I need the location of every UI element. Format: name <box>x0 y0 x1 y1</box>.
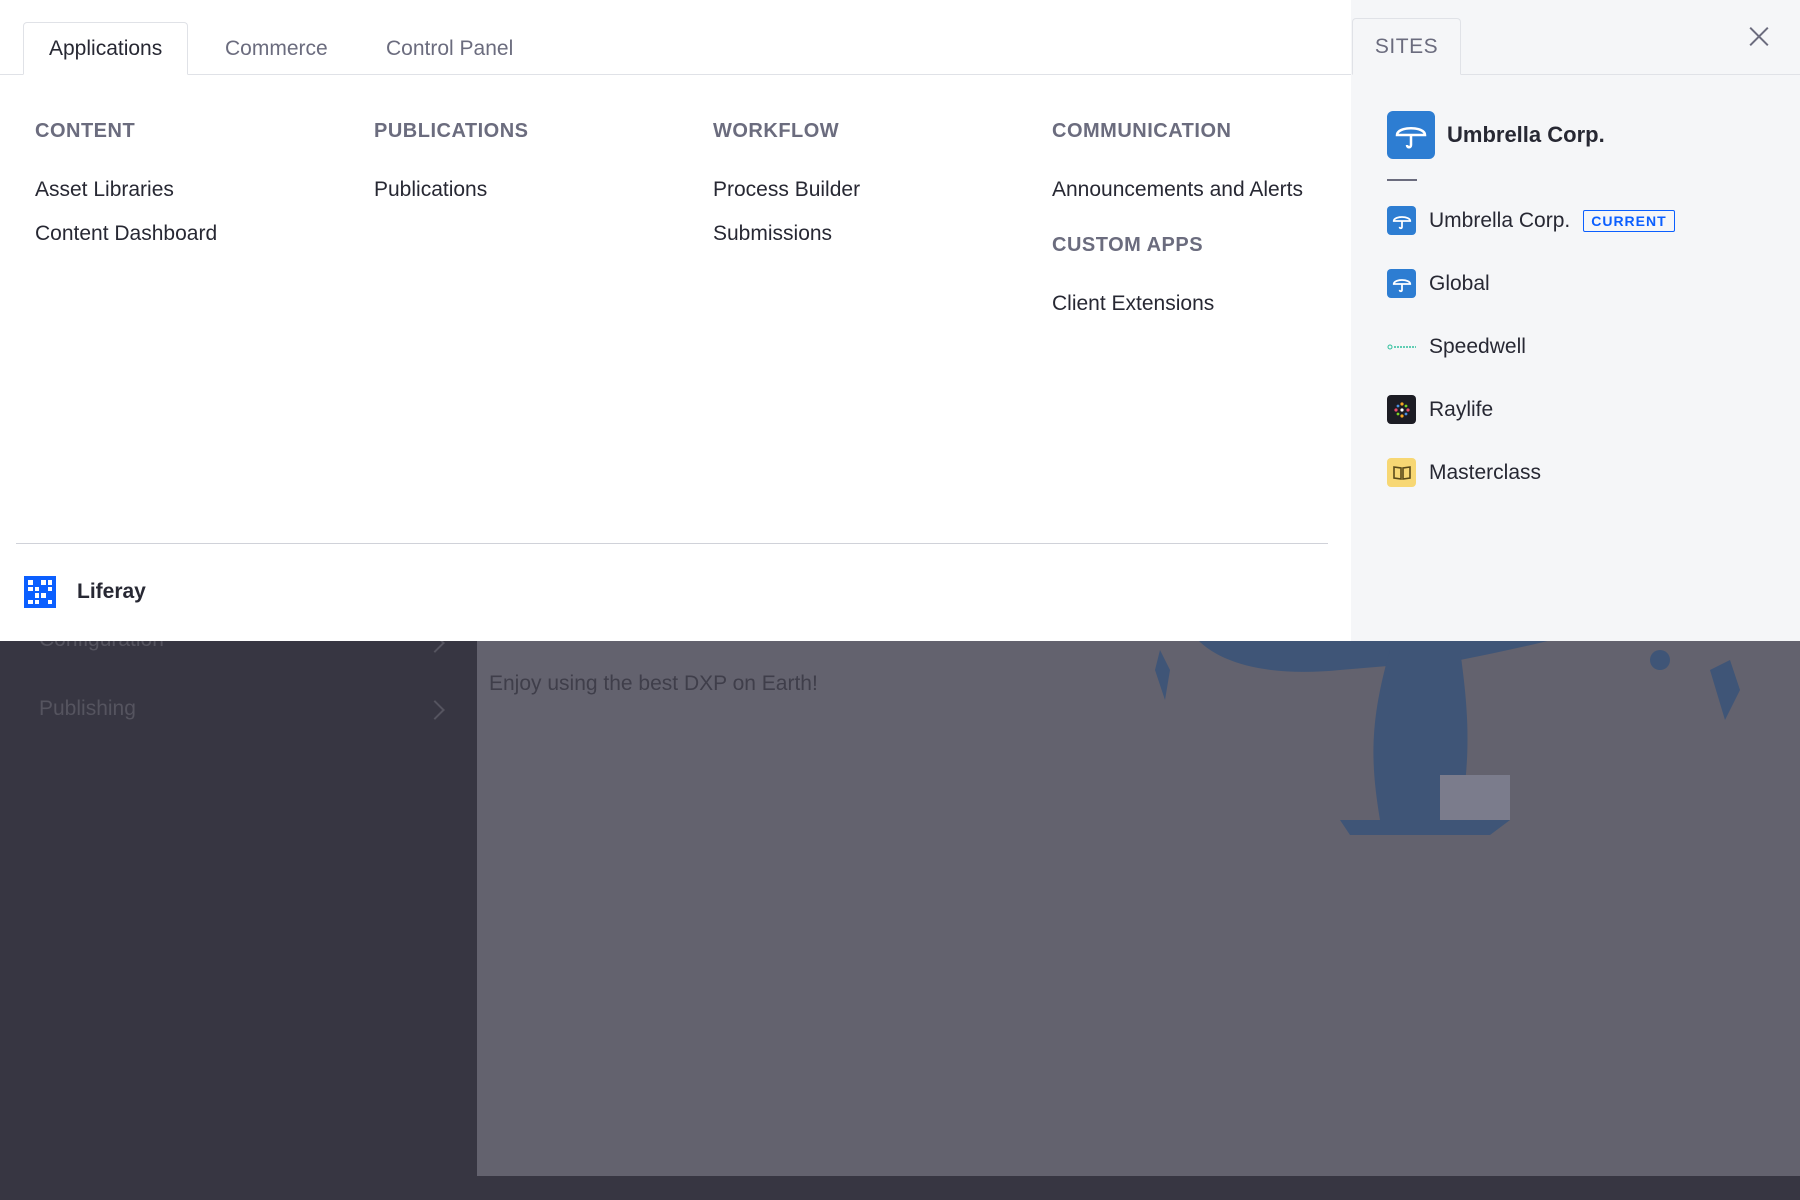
site-item-raylife[interactable]: Raylife <box>1387 395 1493 424</box>
current-badge: CURRENT <box>1583 209 1675 232</box>
menu-item-publications[interactable]: Publications <box>374 168 529 212</box>
site-label: Raylife <box>1429 397 1494 421</box>
welcome-tagline: Enjoy using the best DXP on Earth! <box>489 672 818 695</box>
content-heading: CONTENT <box>35 120 136 142</box>
site-label: Global <box>1429 271 1490 295</box>
communication-heading: COMMUNICATION <box>1052 120 1232 142</box>
publications-heading: PUBLICATIONS <box>374 120 529 142</box>
umbrella-icon <box>1387 111 1435 159</box>
umbrella-icon <box>1387 206 1416 235</box>
content-column: CONTENT Asset Libraries Content Dashboar… <box>35 120 217 256</box>
workflow-heading: WORKFLOW <box>713 120 840 142</box>
site-item-umbrella-corp[interactable]: Umbrella Corp. CURRENT <box>1387 206 1675 235</box>
publications-column: PUBLICATIONS Publications <box>374 120 529 212</box>
sites-tab-divider <box>1461 74 1800 75</box>
sites-panel <box>1351 0 1800 641</box>
applications-panel: Applications Commerce Control Panel CONT… <box>0 0 1351 641</box>
current-site-label: Umbrella Corp. <box>1447 122 1605 147</box>
workflow-column: WORKFLOW Process Builder Submissions <box>713 120 860 256</box>
liferay-home-link[interactable]: Liferay <box>24 576 146 608</box>
applications-menu: Applications Commerce Control Panel CONT… <box>0 0 1800 641</box>
tab-commerce[interactable]: Commerce <box>200 22 353 75</box>
current-site-header[interactable]: Umbrella Corp. <box>1387 111 1605 159</box>
site-label: Masterclass <box>1429 460 1542 484</box>
footer-divider <box>16 543 1328 544</box>
umbrella-icon <box>1387 269 1416 298</box>
tab-applications[interactable]: Applications <box>23 22 189 75</box>
menu-item-submissions[interactable]: Submissions <box>713 212 860 256</box>
liferay-label: Liferay <box>77 580 146 603</box>
tab-control-panel[interactable]: Control Panel <box>361 22 538 75</box>
site-label: Umbrella Corp. <box>1429 208 1571 232</box>
menu-item-asset-libraries[interactable]: Asset Libraries <box>35 168 217 212</box>
menu-item-content-dashboard[interactable]: Content Dashboard <box>35 212 217 256</box>
book-icon <box>1387 458 1416 487</box>
tab-sites[interactable]: SITES <box>1352 18 1461 75</box>
sites-separator <box>1387 179 1417 181</box>
menu-item-announcements-and-alerts[interactable]: Announcements and Alerts <box>1052 168 1303 212</box>
site-item-speedwell[interactable]: Speedwell <box>1387 332 1526 361</box>
communication-column: COMMUNICATION Announcements and Alerts C… <box>1052 120 1303 326</box>
close-icon[interactable] <box>1744 22 1774 52</box>
site-label: Speedwell <box>1429 334 1526 358</box>
custom-apps-heading: CUSTOM APPS <box>1052 234 1204 256</box>
chevron-right-icon <box>425 700 445 720</box>
site-item-masterclass[interactable]: Masterclass <box>1387 458 1541 487</box>
menu-item-client-extensions[interactable]: Client Extensions <box>1052 282 1303 326</box>
raylife-logo <box>1387 395 1416 424</box>
speedwell-logo <box>1387 332 1416 361</box>
site-item-global[interactable]: Global <box>1387 269 1490 298</box>
liferay-logo-icon <box>24 576 56 608</box>
background-footer-bar <box>477 1176 1800 1200</box>
sidebar-item-publishing: Publishing <box>39 697 136 720</box>
menu-item-process-builder[interactable]: Process Builder <box>713 168 860 212</box>
